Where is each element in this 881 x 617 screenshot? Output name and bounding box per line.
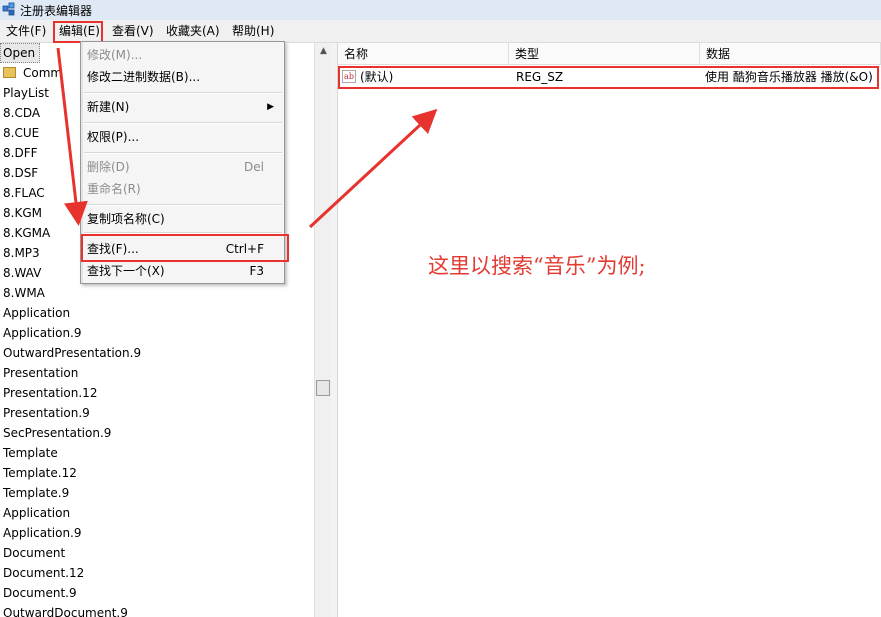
tree-item[interactable]: PlayList xyxy=(3,83,49,103)
menu-item-modify-binary[interactable]: 修改二进制数据(B)... xyxy=(87,68,200,86)
column-header-name[interactable]: 名称 xyxy=(338,43,509,65)
scroll-up-arrow-icon[interactable]: ▲ xyxy=(315,43,332,60)
window-title: 注册表编辑器 xyxy=(20,4,93,18)
tree-item[interactable]: SecPresentation.9 xyxy=(3,423,111,443)
menu-separator xyxy=(84,122,282,124)
title-bar: 注册表编辑器 xyxy=(0,0,881,20)
menu-item-modify: 修改(M)... xyxy=(87,48,143,62)
default-value-highlight-box xyxy=(338,66,879,89)
tree-item[interactable]: 8.WAV xyxy=(3,263,41,283)
tree-item[interactable]: Document.9 xyxy=(3,583,77,603)
menu-separator xyxy=(84,152,282,154)
tree-item[interactable]: Presentation.9 xyxy=(3,403,90,423)
tree-item[interactable]: Template.9 xyxy=(3,483,69,503)
annotation-text: 这里以搜索“音乐”为例; xyxy=(428,254,646,278)
menu-item-find-next[interactable]: 查找下一个(X) xyxy=(87,262,165,280)
tree-item[interactable]: Presentation xyxy=(3,363,78,383)
pane-splitter[interactable] xyxy=(331,43,338,617)
tree-item[interactable]: Application xyxy=(3,303,70,323)
tree-scrollbar[interactable]: ▲ xyxy=(314,43,332,617)
menu-favorites[interactable]: 收藏夹(A) xyxy=(166,23,220,39)
tree-item[interactable]: Presentation.12 xyxy=(3,383,97,403)
menu-item-delete: 删除(D) xyxy=(87,160,130,174)
menu-separator xyxy=(84,92,282,94)
tree-item[interactable]: 8.CDA xyxy=(3,103,40,123)
tree-item[interactable]: 8.CUE xyxy=(3,123,39,143)
tree-item[interactable]: Template xyxy=(3,443,58,463)
menu-help[interactable]: 帮助(H) xyxy=(232,23,274,39)
delete-shortcut: Del xyxy=(244,160,264,174)
tree-item[interactable]: 8.DFF xyxy=(3,143,38,163)
menu-bar: 文件(F) 编辑(E) 查看(V) 收藏夹(A) 帮助(H) xyxy=(0,20,881,43)
tree-item[interactable]: 8.MP3 xyxy=(3,243,40,263)
tree-item[interactable]: 8.KGMA xyxy=(3,223,50,243)
menu-file[interactable]: 文件(F) xyxy=(6,23,46,39)
menu-item-permissions[interactable]: 权限(P)... xyxy=(87,128,139,146)
tree-item[interactable]: Application.9 xyxy=(3,523,82,543)
column-header-data[interactable]: 数据 xyxy=(700,43,881,65)
tree-item-open[interactable]: Open xyxy=(3,43,35,63)
scroll-thumb[interactable] xyxy=(316,380,330,396)
tree-item[interactable]: Comm xyxy=(23,63,62,83)
edit-menu-highlight-box xyxy=(53,21,103,43)
tree-item[interactable]: 8.WMA xyxy=(3,283,45,303)
values-list[interactable]: 名称 类型 数据 ab (默认) REG_SZ 使用 酷狗音乐播放器 播放(&O… xyxy=(338,43,881,617)
tree-item[interactable]: 8.FLAC xyxy=(3,183,45,203)
find-item-highlight-box xyxy=(81,234,289,262)
find-next-shortcut: F3 xyxy=(249,264,264,278)
menu-item-copy-key-name[interactable]: 复制项名称(C) xyxy=(87,210,165,228)
menu-separator xyxy=(84,204,282,206)
tree-item[interactable]: Application xyxy=(3,503,70,523)
folder-icon xyxy=(3,67,16,78)
registry-editor-icon xyxy=(2,2,15,16)
menu-item-rename: 重命名(R) xyxy=(87,182,141,196)
menu-item-new[interactable]: 新建(N) xyxy=(87,98,129,116)
tree-item[interactable]: Application.9 xyxy=(3,323,82,343)
tree-item[interactable]: OutwardDocument.9 xyxy=(3,603,128,617)
tree-item[interactable]: OutwardPresentation.9 xyxy=(3,343,141,363)
tree-item[interactable]: Document xyxy=(3,543,65,563)
tree-item[interactable]: Document.12 xyxy=(3,563,84,583)
tree-item[interactable]: 8.KGM xyxy=(3,203,42,223)
tree-item[interactable]: 8.DSF xyxy=(3,163,38,183)
submenu-arrow-icon: ▶ xyxy=(267,102,274,112)
tree-item[interactable]: Template.12 xyxy=(3,463,77,483)
column-header-type[interactable]: 类型 xyxy=(509,43,700,65)
menu-view[interactable]: 查看(V) xyxy=(112,23,154,39)
